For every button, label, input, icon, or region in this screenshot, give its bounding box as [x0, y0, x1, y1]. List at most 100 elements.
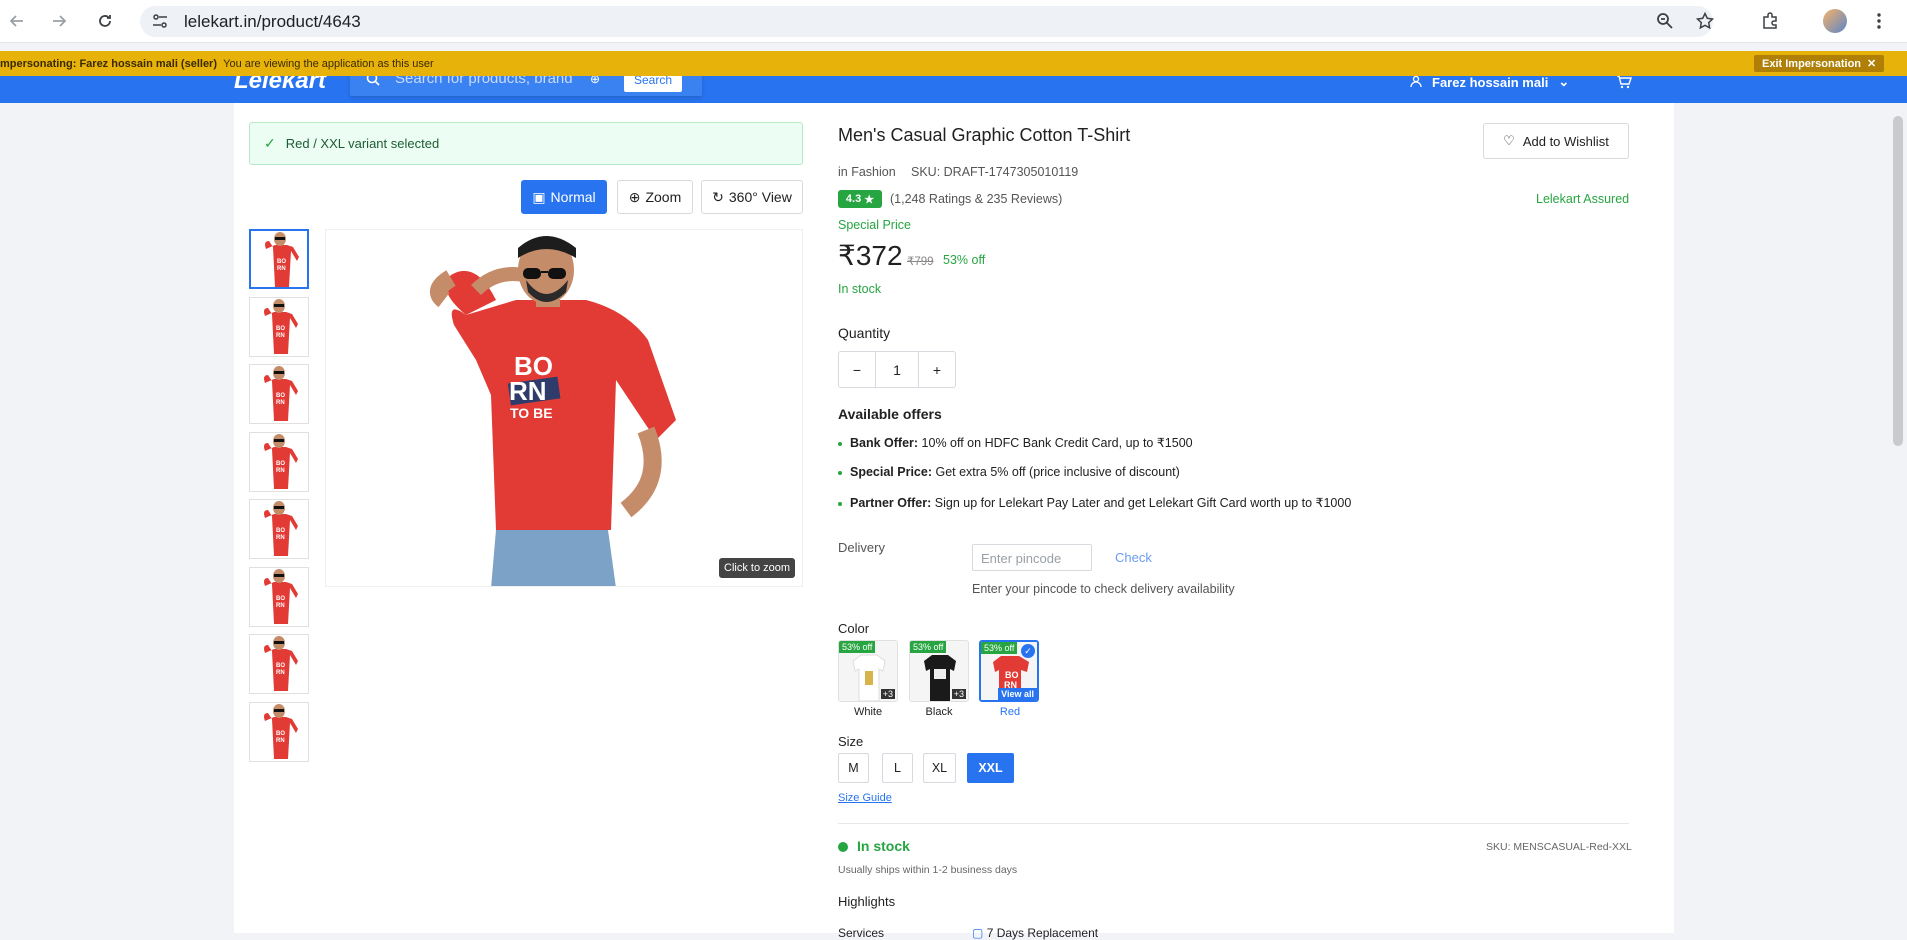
- gallery-thumbnail[interactable]: BO RN: [249, 634, 309, 694]
- page-scrollbar[interactable]: [1893, 116, 1903, 446]
- mic-icon[interactable]: ⊕: [590, 76, 600, 86]
- user-name: Farez hossain mali: [1432, 76, 1549, 90]
- url-text[interactable]: lelekart.in/product/4643: [184, 12, 361, 32]
- search-input[interactable]: Search for products, brand: [395, 76, 573, 87]
- thumbnail-image: BORN: [250, 568, 306, 624]
- highlights-title: Highlights: [838, 894, 896, 909]
- mrp: ₹799: [907, 256, 934, 268]
- variant-sku: SKU: MENSCASUAL-Red-XXL: [1486, 841, 1632, 853]
- svg-text:BO: BO: [1005, 670, 1019, 680]
- gallery-thumbnail[interactable]: BO RN: [249, 297, 309, 357]
- offer-item: Special Price: Get extra 5% off (price i…: [838, 465, 1180, 479]
- shipping-info: Usually ships within 1-2 business days: [838, 864, 1018, 876]
- thumbnail-image: BORN: [250, 703, 306, 759]
- tune-icon[interactable]: [152, 14, 168, 33]
- pincode-input[interactable]: Enter pincode: [972, 544, 1092, 571]
- check-icon: ✓: [1021, 644, 1035, 658]
- size-option-l[interactable]: L: [882, 753, 913, 783]
- view-zoom-button[interactable]: ⊕ Zoom: [617, 180, 693, 214]
- view-360-button[interactable]: ↻ 360° View: [701, 180, 803, 214]
- bullet-icon: [838, 470, 842, 475]
- replacement-icon: ▢: [972, 926, 984, 940]
- heart-icon: ♡: [1503, 133, 1515, 148]
- svg-text:BO: BO: [276, 731, 285, 737]
- site-logo[interactable]: Lelekart: [234, 76, 326, 95]
- rating-count[interactable]: (1,248 Ratings & 235 Reviews): [890, 192, 1062, 206]
- back-icon[interactable]: [4, 8, 30, 34]
- svg-text:BO: BO: [276, 596, 285, 602]
- star-icon[interactable]: [1692, 8, 1718, 34]
- check-pincode-button[interactable]: Check: [1115, 550, 1152, 565]
- svg-text:BO: BO: [277, 259, 286, 265]
- bullet-icon: [838, 441, 842, 446]
- close-icon: ✕: [1867, 58, 1877, 70]
- svg-text:BO: BO: [276, 528, 285, 534]
- gallery-thumbnail[interactable]: BO RN: [249, 432, 309, 492]
- thumbnail-image: BORN: [250, 298, 306, 354]
- add-to-wishlist-button[interactable]: ♡ Add to Wishlist: [1483, 123, 1629, 159]
- view-normal-button[interactable]: ▣ Normal: [521, 180, 607, 214]
- size-guide-link[interactable]: Size Guide: [838, 792, 892, 804]
- svg-text:RN: RN: [277, 266, 286, 272]
- size-option-m[interactable]: M: [838, 753, 869, 783]
- menu-icon[interactable]: [1866, 8, 1892, 34]
- check-icon: ✓: [264, 135, 276, 151]
- exit-impersonation-button[interactable]: Exit Impersonation ✕: [1754, 55, 1885, 72]
- impersonation-label: mpersonating: Farez hossain mali (seller…: [0, 58, 218, 70]
- browser-toolbar: lelekart.in/product/4643: [0, 0, 1907, 43]
- color-swatch-red[interactable]: BO RN 53% off ✓ View all: [979, 640, 1039, 702]
- impersonation-banner: mpersonating: Farez hossain mali (seller…: [0, 51, 1907, 76]
- search-button[interactable]: Search: [624, 76, 682, 92]
- profile-icon[interactable]: [1822, 8, 1848, 34]
- svg-text:RN: RN: [276, 535, 285, 541]
- product-title: Men's Casual Graphic Cotton T-Shirt: [838, 125, 1131, 145]
- gallery-thumbnail[interactable]: BO RN: [249, 499, 309, 559]
- gallery-thumbnail[interactable]: BO RN: [249, 229, 309, 289]
- minus-button[interactable]: −: [839, 352, 875, 387]
- cart-icon[interactable]: [1616, 76, 1632, 95]
- gallery-thumbnail[interactable]: BO RN: [249, 567, 309, 627]
- color-swatch-white[interactable]: 53% off +3: [838, 640, 898, 702]
- svg-text:RN: RN: [276, 400, 285, 406]
- svg-text:RN: RN: [276, 738, 285, 744]
- tshirt-model-image: BO RN TO BE: [326, 230, 802, 586]
- quantity-label: Quantity: [838, 325, 891, 341]
- thumbnail-image: BORN: [250, 365, 306, 421]
- assured-badge: Lelekart Assured: [1536, 192, 1630, 206]
- thumbnail-image: BORN: [250, 635, 306, 691]
- svg-text:BO: BO: [276, 393, 285, 399]
- size-label: Size: [838, 734, 864, 749]
- price: ₹372: [838, 240, 903, 271]
- forward-icon[interactable]: [46, 8, 72, 34]
- rating-badge: 4.3 ★: [838, 190, 882, 208]
- site-header: Lelekart Search for products, brand ⊕ Se…: [0, 76, 1907, 103]
- extensions-icon[interactable]: [1757, 8, 1783, 34]
- gallery-thumbnail[interactable]: BO RN: [249, 364, 309, 424]
- size-option-xl[interactable]: XL: [923, 753, 956, 783]
- color-swatch-black[interactable]: 53% off +3: [909, 640, 969, 702]
- reload-icon[interactable]: [92, 8, 118, 34]
- address-bar[interactable]: lelekart.in/product/4643: [140, 6, 1713, 37]
- zoom-icon[interactable]: [1652, 8, 1678, 34]
- quantity-stepper: − 1 +: [838, 351, 956, 388]
- quantity-input[interactable]: 1: [875, 352, 919, 387]
- shirt-print-line3: TO BE: [510, 405, 553, 421]
- zoom-in-icon: ⊕: [628, 188, 641, 205]
- main-product-image[interactable]: BO RN TO BE: [325, 229, 803, 587]
- services-label: Services: [838, 926, 885, 940]
- chevron-down-icon: ⌄: [1558, 76, 1570, 89]
- plus-button[interactable]: +: [919, 352, 955, 387]
- svg-text:BO: BO: [276, 663, 285, 669]
- user-menu[interactable]: Farez hossain mali ⌄: [1410, 76, 1569, 90]
- svg-text:RN: RN: [276, 468, 285, 474]
- gallery-thumbnail[interactable]: BO RN: [249, 702, 309, 762]
- color-name-red: Red: [999, 706, 1021, 718]
- svg-text:BO: BO: [276, 461, 285, 467]
- search-box[interactable]: Search for products, brand ⊕ Search: [350, 76, 702, 96]
- svg-text:RN: RN: [276, 333, 285, 339]
- star-icon: ★: [864, 193, 875, 206]
- size-option-xxl[interactable]: XXL: [967, 753, 1014, 783]
- offers-title: Available offers: [838, 406, 942, 422]
- bullet-icon: [838, 501, 842, 506]
- color-name-black: Black: [925, 706, 953, 718]
